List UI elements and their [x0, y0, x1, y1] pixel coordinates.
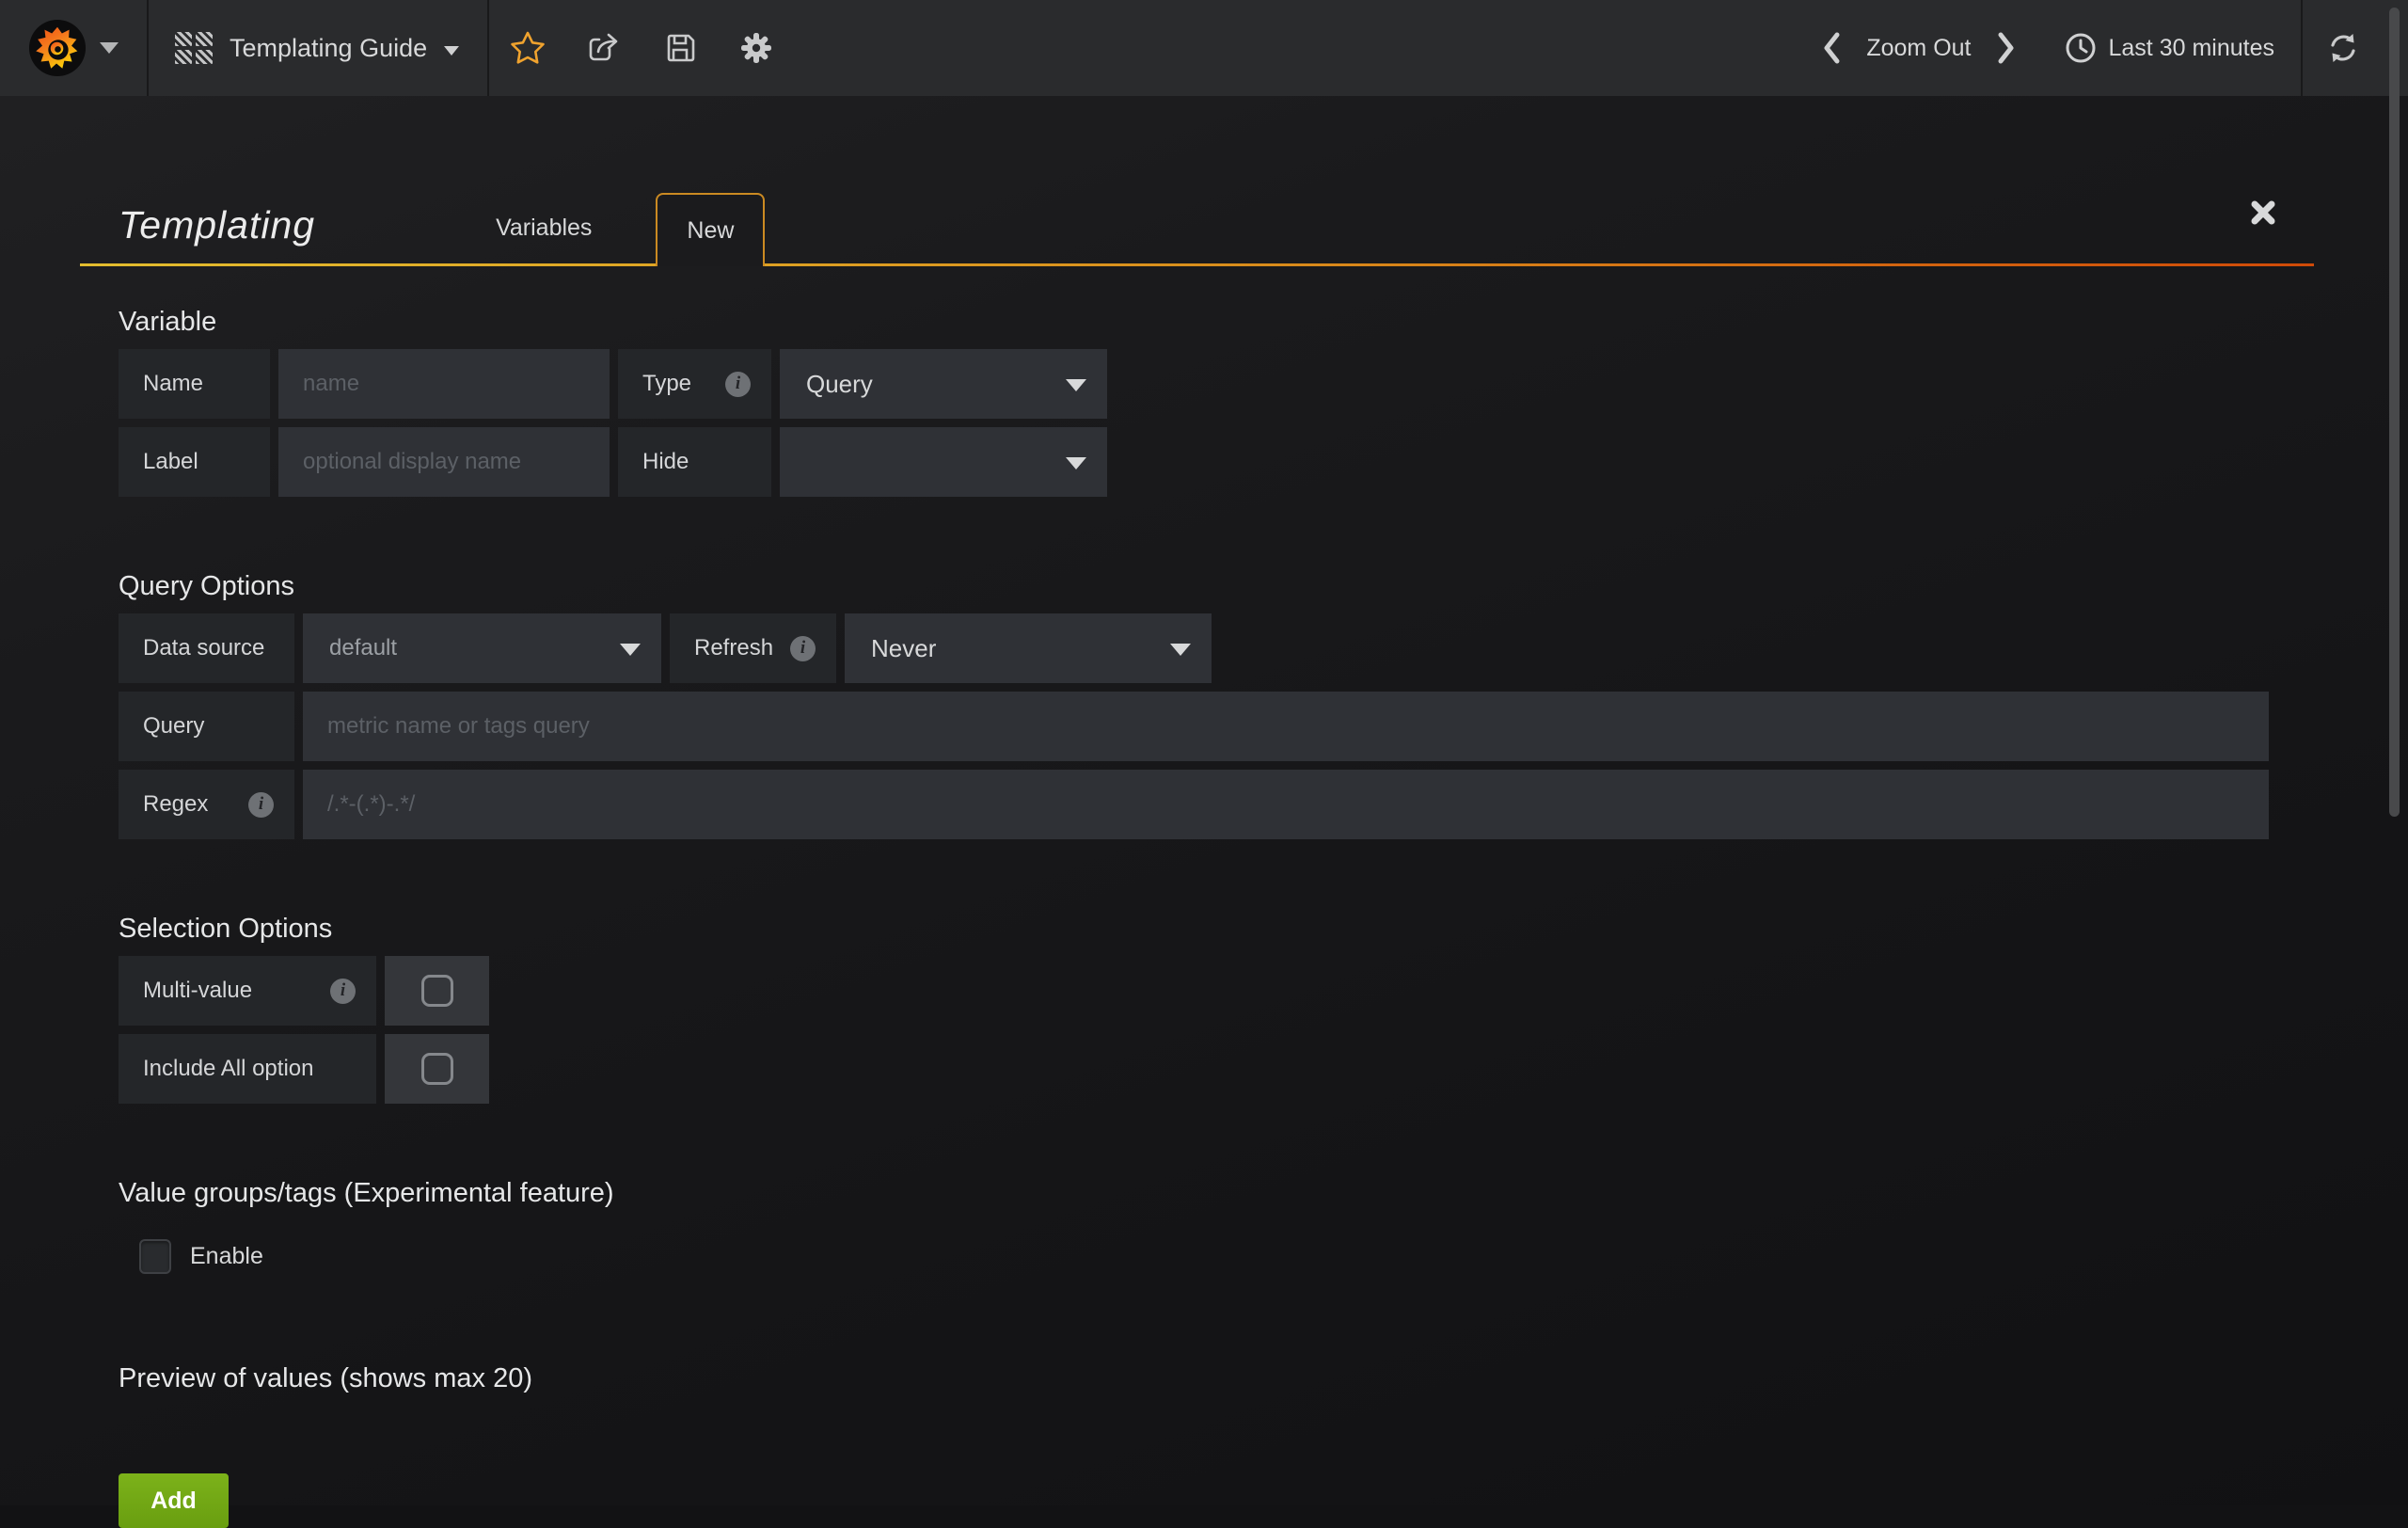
gear-icon	[738, 30, 774, 66]
datasource-select[interactable]: default	[303, 613, 661, 683]
type-select[interactable]: Query	[780, 349, 1107, 419]
tab-variables[interactable]: Variables	[473, 215, 614, 266]
include-all-checkbox[interactable]	[421, 1053, 453, 1085]
add-variable-button[interactable]: Add	[119, 1473, 229, 1528]
preview-heading: Preview of values (shows max 20)	[119, 1364, 2269, 1393]
hide-label: Hide	[618, 427, 771, 497]
value-groups-section: Value groups/tags (Experimental feature)…	[119, 1179, 2269, 1274]
navbar: Templating Guide	[0, 0, 2408, 96]
close-settings-button[interactable]	[2242, 192, 2284, 236]
variable-label-row: Label Hide	[119, 427, 2269, 497]
caret-down-icon	[1066, 457, 1086, 470]
variable-name-row: Name Type i Query	[119, 349, 2269, 419]
refresh-icon	[2326, 31, 2360, 65]
caret-down-icon	[1066, 379, 1086, 391]
multi-value-checkbox[interactable]	[421, 975, 453, 1007]
type-select-value: Query	[806, 370, 873, 399]
query-input[interactable]	[303, 692, 2269, 761]
regex-label: Regex i	[119, 770, 294, 839]
caret-down-icon	[1170, 644, 1191, 656]
grafana-main-menu[interactable]	[0, 0, 147, 96]
multi-value-label: Multi-value i	[119, 956, 376, 1026]
value-groups-heading: Value groups/tags (Experimental feature)	[119, 1179, 2269, 1207]
save-dashboard-button[interactable]	[642, 0, 718, 96]
variable-heading: Variable	[119, 308, 2269, 336]
info-icon[interactable]: i	[725, 372, 751, 397]
include-all-checkbox-cell[interactable]	[385, 1034, 489, 1104]
chevron-down-icon	[100, 42, 119, 54]
dashboard-settings-button[interactable]	[718, 0, 794, 96]
page-scrollbar[interactable]	[2389, 8, 2400, 817]
query-options-section: Query Options Data source default Refres…	[119, 572, 2269, 839]
zoom-out-button[interactable]: Zoom Out	[1859, 35, 1978, 62]
refresh-select-value: Never	[871, 634, 936, 663]
query-options-heading: Query Options	[119, 572, 2269, 600]
multi-value-row: Multi-value i	[119, 956, 2269, 1026]
type-label: Type i	[618, 349, 771, 419]
templating-editor: Templating Variables New Variable Name T…	[0, 179, 2408, 1528]
info-icon[interactable]: i	[248, 792, 274, 818]
label-label: Label	[119, 427, 270, 497]
name-input[interactable]	[278, 349, 610, 419]
dashboard-actions	[489, 0, 794, 96]
tab-new[interactable]: New	[656, 193, 765, 266]
enable-checkbox[interactable]	[139, 1239, 171, 1274]
caret-down-icon	[620, 644, 641, 656]
chevron-left-icon	[1821, 30, 1844, 66]
clock-icon	[2064, 31, 2098, 65]
name-label: Name	[119, 349, 270, 419]
refresh-label: Refresh i	[670, 613, 836, 683]
include-all-label: Include All option	[119, 1034, 376, 1104]
include-all-row: Include All option	[119, 1034, 2269, 1104]
time-shift-right-button[interactable]	[1979, 0, 2032, 96]
regex-row: Regex i	[119, 770, 2269, 839]
grafana-logo-icon	[28, 19, 87, 77]
query-row: Query	[119, 692, 2269, 761]
datasource-row: Data source default Refresh i Never	[119, 613, 2269, 683]
dashboard-grid-icon	[175, 32, 213, 64]
chevron-right-icon	[1994, 30, 2017, 66]
share-dashboard-button[interactable]	[565, 0, 642, 96]
page-title: Templating	[119, 203, 315, 266]
query-label: Query	[119, 692, 294, 761]
info-icon[interactable]: i	[330, 979, 356, 1004]
multi-value-checkbox-cell[interactable]	[385, 956, 489, 1026]
time-range-picker[interactable]: Last 30 minutes	[2064, 31, 2275, 65]
header-accent-underline	[80, 263, 2314, 266]
regex-input[interactable]	[303, 770, 2269, 839]
info-icon[interactable]: i	[790, 636, 816, 661]
dashboard-title: Templating Guide	[230, 34, 427, 63]
close-icon	[2248, 198, 2278, 228]
save-icon	[663, 31, 697, 65]
selection-options-heading: Selection Options	[119, 915, 2269, 943]
star-dashboard-button[interactable]	[489, 0, 565, 96]
chevron-down-icon	[444, 46, 459, 56]
enable-row: Enable	[139, 1239, 2269, 1274]
hide-select[interactable]	[780, 427, 1107, 497]
time-shift-left-button[interactable]	[1806, 0, 1859, 96]
datasource-label: Data source	[119, 613, 294, 683]
refresh-select[interactable]: Never	[845, 613, 1212, 683]
navbar-right-controls: Zoom Out Last 30 minutes	[1806, 0, 2408, 96]
label-input[interactable]	[278, 427, 610, 497]
templating-header: Templating Variables New	[119, 179, 2269, 266]
share-icon	[586, 30, 622, 66]
time-range-label: Last 30 minutes	[2109, 35, 2275, 62]
refresh-dashboard-button[interactable]	[2303, 31, 2384, 65]
dashboard-title-menu[interactable]: Templating Guide	[149, 0, 487, 96]
variable-section: Variable Name Type i Query Label Hide	[119, 308, 2269, 497]
selection-options-section: Selection Options Multi-value i Include …	[119, 915, 2269, 1104]
enable-label: Enable	[190, 1243, 263, 1270]
star-icon	[509, 29, 547, 67]
datasource-select-value: default	[329, 635, 397, 661]
